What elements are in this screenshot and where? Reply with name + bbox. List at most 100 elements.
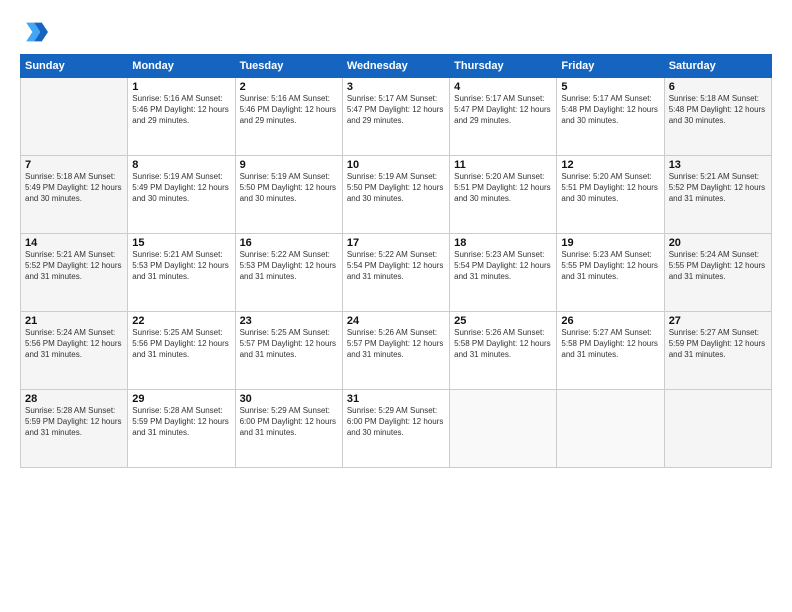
calendar-cell: 25Sunrise: 5:26 AM Sunset: 5:58 PM Dayli…	[450, 312, 557, 390]
calendar-cell: 13Sunrise: 5:21 AM Sunset: 5:52 PM Dayli…	[664, 156, 771, 234]
calendar-cell: 3Sunrise: 5:17 AM Sunset: 5:47 PM Daylig…	[342, 78, 449, 156]
page: SundayMondayTuesdayWednesdayThursdayFrid…	[0, 0, 792, 612]
day-info: Sunrise: 5:19 AM Sunset: 5:49 PM Dayligh…	[132, 172, 230, 204]
day-number: 7	[25, 159, 123, 171]
day-number: 9	[240, 159, 338, 171]
day-number: 5	[561, 81, 659, 93]
calendar-cell: 30Sunrise: 5:29 AM Sunset: 6:00 PM Dayli…	[235, 390, 342, 468]
calendar-cell: 21Sunrise: 5:24 AM Sunset: 5:56 PM Dayli…	[21, 312, 128, 390]
day-info: Sunrise: 5:20 AM Sunset: 5:51 PM Dayligh…	[561, 172, 659, 204]
day-number: 22	[132, 315, 230, 327]
day-info: Sunrise: 5:21 AM Sunset: 5:53 PM Dayligh…	[132, 250, 230, 282]
day-number: 28	[25, 393, 123, 405]
calendar-cell	[557, 390, 664, 468]
weekday-header: Tuesday	[235, 55, 342, 78]
header	[20, 18, 772, 46]
calendar-cell: 20Sunrise: 5:24 AM Sunset: 5:55 PM Dayli…	[664, 234, 771, 312]
weekday-header: Monday	[128, 55, 235, 78]
day-number: 8	[132, 159, 230, 171]
day-info: Sunrise: 5:25 AM Sunset: 5:57 PM Dayligh…	[240, 328, 338, 360]
calendar-cell: 4Sunrise: 5:17 AM Sunset: 5:47 PM Daylig…	[450, 78, 557, 156]
day-number: 31	[347, 393, 445, 405]
day-info: Sunrise: 5:24 AM Sunset: 5:56 PM Dayligh…	[25, 328, 123, 360]
calendar-cell: 31Sunrise: 5:29 AM Sunset: 6:00 PM Dayli…	[342, 390, 449, 468]
calendar-cell	[664, 390, 771, 468]
day-info: Sunrise: 5:17 AM Sunset: 5:47 PM Dayligh…	[347, 94, 445, 126]
calendar-week-row: 1Sunrise: 5:16 AM Sunset: 5:46 PM Daylig…	[21, 78, 772, 156]
calendar-cell: 29Sunrise: 5:28 AM Sunset: 5:59 PM Dayli…	[128, 390, 235, 468]
day-info: Sunrise: 5:24 AM Sunset: 5:55 PM Dayligh…	[669, 250, 767, 282]
day-info: Sunrise: 5:18 AM Sunset: 5:48 PM Dayligh…	[669, 94, 767, 126]
day-number: 29	[132, 393, 230, 405]
calendar-cell	[450, 390, 557, 468]
calendar-cell: 8Sunrise: 5:19 AM Sunset: 5:49 PM Daylig…	[128, 156, 235, 234]
day-info: Sunrise: 5:27 AM Sunset: 5:59 PM Dayligh…	[669, 328, 767, 360]
day-number: 13	[669, 159, 767, 171]
day-info: Sunrise: 5:20 AM Sunset: 5:51 PM Dayligh…	[454, 172, 552, 204]
day-info: Sunrise: 5:17 AM Sunset: 5:48 PM Dayligh…	[561, 94, 659, 126]
day-number: 4	[454, 81, 552, 93]
calendar-cell: 16Sunrise: 5:22 AM Sunset: 5:53 PM Dayli…	[235, 234, 342, 312]
day-number: 30	[240, 393, 338, 405]
day-info: Sunrise: 5:19 AM Sunset: 5:50 PM Dayligh…	[240, 172, 338, 204]
calendar-cell: 24Sunrise: 5:26 AM Sunset: 5:57 PM Dayli…	[342, 312, 449, 390]
day-number: 21	[25, 315, 123, 327]
calendar-cell: 18Sunrise: 5:23 AM Sunset: 5:54 PM Dayli…	[450, 234, 557, 312]
day-number: 11	[454, 159, 552, 171]
weekday-header: Sunday	[21, 55, 128, 78]
calendar-cell: 26Sunrise: 5:27 AM Sunset: 5:58 PM Dayli…	[557, 312, 664, 390]
calendar-week-row: 14Sunrise: 5:21 AM Sunset: 5:52 PM Dayli…	[21, 234, 772, 312]
day-info: Sunrise: 5:21 AM Sunset: 5:52 PM Dayligh…	[669, 172, 767, 204]
calendar-cell: 6Sunrise: 5:18 AM Sunset: 5:48 PM Daylig…	[664, 78, 771, 156]
day-number: 18	[454, 237, 552, 249]
calendar-cell: 7Sunrise: 5:18 AM Sunset: 5:49 PM Daylig…	[21, 156, 128, 234]
day-number: 14	[25, 237, 123, 249]
day-info: Sunrise: 5:19 AM Sunset: 5:50 PM Dayligh…	[347, 172, 445, 204]
calendar-cell: 5Sunrise: 5:17 AM Sunset: 5:48 PM Daylig…	[557, 78, 664, 156]
calendar-cell: 19Sunrise: 5:23 AM Sunset: 5:55 PM Dayli…	[557, 234, 664, 312]
calendar-cell: 14Sunrise: 5:21 AM Sunset: 5:52 PM Dayli…	[21, 234, 128, 312]
calendar-cell: 23Sunrise: 5:25 AM Sunset: 5:57 PM Dayli…	[235, 312, 342, 390]
day-info: Sunrise: 5:23 AM Sunset: 5:55 PM Dayligh…	[561, 250, 659, 282]
calendar-cell: 12Sunrise: 5:20 AM Sunset: 5:51 PM Dayli…	[557, 156, 664, 234]
weekday-header: Thursday	[450, 55, 557, 78]
day-info: Sunrise: 5:22 AM Sunset: 5:53 PM Dayligh…	[240, 250, 338, 282]
day-number: 24	[347, 315, 445, 327]
day-info: Sunrise: 5:16 AM Sunset: 5:46 PM Dayligh…	[240, 94, 338, 126]
day-info: Sunrise: 5:18 AM Sunset: 5:49 PM Dayligh…	[25, 172, 123, 204]
day-info: Sunrise: 5:26 AM Sunset: 5:57 PM Dayligh…	[347, 328, 445, 360]
weekday-header: Saturday	[664, 55, 771, 78]
day-number: 16	[240, 237, 338, 249]
calendar-week-row: 21Sunrise: 5:24 AM Sunset: 5:56 PM Dayli…	[21, 312, 772, 390]
calendar-cell: 17Sunrise: 5:22 AM Sunset: 5:54 PM Dayli…	[342, 234, 449, 312]
day-number: 27	[669, 315, 767, 327]
day-number: 26	[561, 315, 659, 327]
day-info: Sunrise: 5:29 AM Sunset: 6:00 PM Dayligh…	[240, 406, 338, 438]
calendar-cell: 2Sunrise: 5:16 AM Sunset: 5:46 PM Daylig…	[235, 78, 342, 156]
day-info: Sunrise: 5:26 AM Sunset: 5:58 PM Dayligh…	[454, 328, 552, 360]
weekday-header: Wednesday	[342, 55, 449, 78]
day-number: 20	[669, 237, 767, 249]
day-info: Sunrise: 5:28 AM Sunset: 5:59 PM Dayligh…	[132, 406, 230, 438]
day-number: 2	[240, 81, 338, 93]
logo-icon	[20, 18, 48, 46]
calendar-cell: 1Sunrise: 5:16 AM Sunset: 5:46 PM Daylig…	[128, 78, 235, 156]
calendar-cell: 11Sunrise: 5:20 AM Sunset: 5:51 PM Dayli…	[450, 156, 557, 234]
day-number: 10	[347, 159, 445, 171]
day-number: 1	[132, 81, 230, 93]
day-number: 12	[561, 159, 659, 171]
day-number: 23	[240, 315, 338, 327]
calendar-table: SundayMondayTuesdayWednesdayThursdayFrid…	[20, 54, 772, 468]
day-info: Sunrise: 5:16 AM Sunset: 5:46 PM Dayligh…	[132, 94, 230, 126]
day-number: 3	[347, 81, 445, 93]
calendar-week-row: 28 Sunrise: 5:28 AM Sunset: 5:59 PM Dayli…	[21, 390, 772, 468]
day-info: Sunrise: 5:22 AM Sunset: 5:54 PM Dayligh…	[347, 250, 445, 282]
day-info: Sunrise: 5:25 AM Sunset: 5:56 PM Dayligh…	[132, 328, 230, 360]
day-number: 25	[454, 315, 552, 327]
day-info: Sunrise: 5:17 AM Sunset: 5:47 PM Dayligh…	[454, 94, 552, 126]
logo	[20, 18, 50, 46]
day-number: 6	[669, 81, 767, 93]
day-number: 17	[347, 237, 445, 249]
calendar-cell: 28Sunrise: 5:28 AM Sunset: 5:59 PM Dayli…	[21, 390, 128, 468]
calendar-cell: 15Sunrise: 5:21 AM Sunset: 5:53 PM Dayli…	[128, 234, 235, 312]
